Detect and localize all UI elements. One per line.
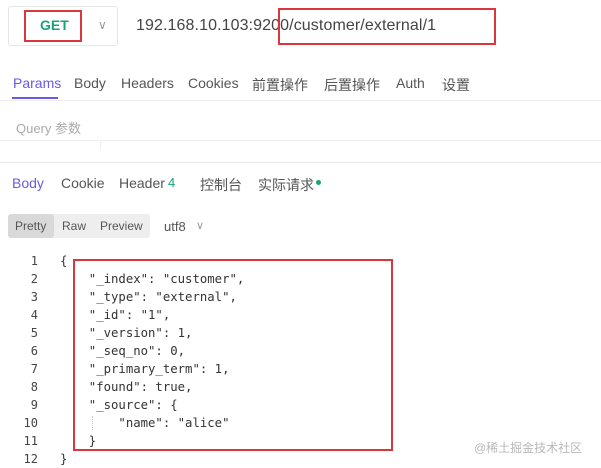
preview-button[interactable]: Preview: [100, 219, 143, 233]
line-number: 4: [30, 308, 38, 322]
response-tab-actual-request[interactable]: 实际请求: [258, 175, 314, 195]
encoding-select[interactable]: utf8: [164, 219, 186, 234]
line-number: 8: [30, 380, 38, 394]
tab-cookies[interactable]: Cookies: [188, 75, 239, 91]
tab-params[interactable]: Params: [13, 75, 61, 91]
pretty-button[interactable]: Pretty: [15, 219, 46, 233]
tab-headers[interactable]: Headers: [121, 75, 174, 91]
tab-auth[interactable]: Auth: [396, 75, 425, 91]
tab-pre-operations[interactable]: 前置操作: [252, 75, 308, 95]
raw-button[interactable]: Raw: [62, 219, 86, 233]
line-number: 9: [30, 398, 38, 412]
tab-body[interactable]: Body: [74, 75, 106, 91]
line-number: 1: [30, 254, 38, 268]
line-number: 7: [30, 362, 38, 376]
response-tab-header[interactable]: Header: [119, 175, 165, 191]
query-params-label: Query 参数: [16, 121, 82, 136]
chevron-down-icon[interactable]: ∨: [196, 219, 204, 232]
tab-post-operations[interactable]: 后置操作: [324, 75, 380, 95]
chevron-down-icon[interactable]: ∨: [98, 18, 107, 32]
line-number: 10: [23, 416, 38, 430]
line-number: 5: [30, 326, 38, 340]
header-count-badge: 4: [168, 175, 176, 190]
method-label[interactable]: GET: [40, 17, 69, 33]
line-number: 11: [23, 434, 38, 448]
line-number: 12: [23, 452, 38, 466]
status-dot-icon: [316, 180, 321, 185]
line-number: 3: [30, 290, 38, 304]
code-line: {: [60, 254, 68, 268]
response-tab-body[interactable]: Body: [12, 175, 44, 191]
line-number: 6: [30, 344, 38, 358]
watermark: @稀土掘金技术社区: [474, 441, 583, 455]
panel-divider[interactable]: [0, 162, 601, 163]
column-divider: [100, 140, 101, 150]
url-path-highlight-box: [278, 8, 496, 45]
tab-settings[interactable]: 设置: [442, 75, 470, 95]
line-number: 2: [30, 272, 38, 286]
active-tab-underline: [12, 97, 58, 99]
response-tab-console[interactable]: 控制台: [200, 175, 242, 195]
response-tab-cookie[interactable]: Cookie: [61, 175, 105, 191]
query-params-section: [0, 108, 601, 141]
response-highlight-box: [73, 259, 393, 451]
code-line: }: [60, 452, 68, 466]
